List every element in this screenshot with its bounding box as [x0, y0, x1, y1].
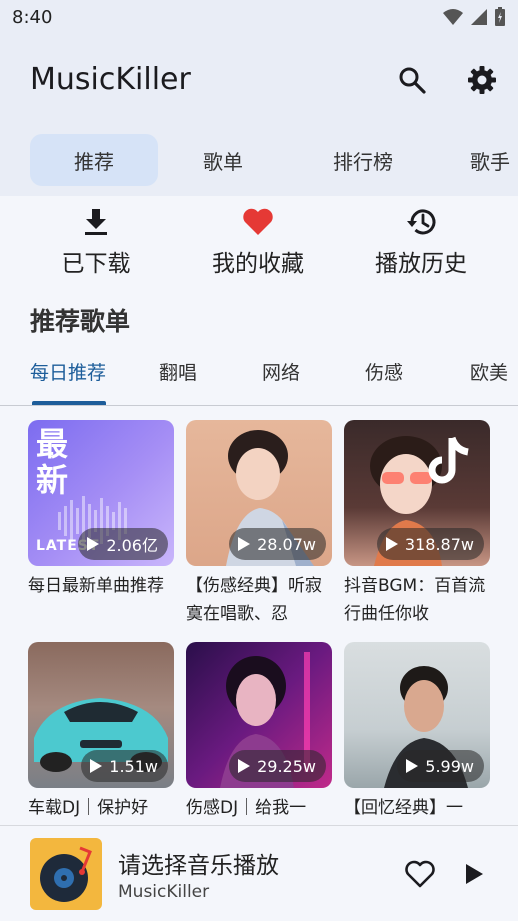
playlist-grid: 最新 LATEST 2.06亿 每日最新单曲推荐 28.07w 【伤感经典】听寂… — [0, 406, 518, 826]
category-daily[interactable]: 每日推荐 — [30, 358, 106, 385]
category-sad[interactable]: 伤感 — [365, 358, 403, 385]
playlist-title: 【回忆经典】一 — [344, 798, 463, 818]
search-icon — [399, 67, 426, 94]
play-icon — [466, 864, 483, 884]
playlist-title: 车载DJ｜保护好 — [28, 798, 149, 818]
player-title: 请选择音乐播放 — [118, 853, 279, 879]
play-icon — [406, 759, 419, 773]
play-icon — [87, 537, 100, 551]
play-count-badge: 318.87w — [376, 528, 484, 560]
player-subtitle: MusicKiller — [118, 882, 210, 902]
category-western[interactable]: 欧美 — [470, 358, 508, 385]
heart-icon — [243, 208, 273, 235]
favorites-button[interactable]: 我的收藏 — [183, 206, 333, 286]
downloaded-button[interactable]: 已下载 — [21, 206, 171, 286]
section-title: 推荐歌单 — [30, 307, 131, 336]
playlist-card[interactable]: 5.99w 【回忆经典】一 — [344, 642, 490, 826]
tab-playlists[interactable]: 歌单 — [160, 134, 286, 186]
play-icon — [90, 759, 103, 773]
play-count: 28.07w — [257, 534, 316, 554]
heart-outline-icon — [405, 860, 435, 888]
quick-actions: 已下载 我的收藏 播放历史 — [0, 196, 518, 286]
favorites-label: 我的收藏 — [212, 251, 304, 277]
playlist-title: 【伤感经典】听寂寞在唱歌、忍 — [186, 576, 322, 624]
play-count-badge: 29.25w — [229, 750, 326, 782]
play-count: 2.06亿 — [106, 536, 158, 555]
like-button[interactable] — [402, 856, 438, 892]
app-header: MusicKiller 推荐 歌单 排行榜 歌手 — [0, 36, 518, 196]
status-bar: 8:40 — [0, 0, 518, 36]
play-count: 1.51w — [109, 756, 158, 776]
playlist-title: 伤感DJ｜给我一 — [186, 798, 307, 818]
history-icon — [407, 209, 436, 235]
history-button[interactable]: 播放历史 — [346, 206, 496, 286]
settings-button[interactable] — [464, 62, 500, 98]
category-internet[interactable]: 网络 — [262, 358, 300, 385]
status-icons — [442, 7, 506, 27]
vinyl-icon — [40, 846, 92, 902]
category-cover[interactable]: 翻唱 — [159, 358, 197, 385]
cover-text: 最新 — [36, 425, 69, 499]
play-icon — [238, 759, 251, 773]
play-count-badge: 28.07w — [229, 528, 326, 560]
wifi-icon — [443, 9, 463, 25]
category-tabs: 每日推荐 翻唱 网络 伤感 欧美 — [0, 348, 518, 406]
playlist-card[interactable]: 29.25w 伤感DJ｜给我一 — [186, 642, 332, 826]
category-indicator — [32, 401, 106, 405]
play-count: 5.99w — [425, 756, 474, 776]
playlist-cover: 28.07w — [186, 420, 332, 566]
playlist-cover: 1.51w — [28, 642, 174, 788]
playlist-card[interactable]: 1.51w 车载DJ｜保护好 — [28, 642, 174, 826]
search-button[interactable] — [394, 62, 430, 98]
playlist-title: 每日最新单曲推荐 — [28, 576, 164, 596]
playlist-cover: 318.87w — [344, 420, 490, 566]
status-time: 8:40 — [12, 7, 53, 28]
play-count-badge: 1.51w — [81, 750, 168, 782]
play-count-badge: 5.99w — [397, 750, 484, 782]
playlist-card[interactable]: 318.87w 抖音BGM：百首流行曲任你收 — [344, 420, 490, 628]
main-tabs: 推荐 歌单 排行榜 歌手 — [0, 134, 518, 188]
download-icon — [85, 209, 107, 235]
tab-recommend[interactable]: 推荐 — [30, 134, 158, 186]
history-label: 播放历史 — [375, 251, 467, 277]
play-icon — [385, 537, 398, 551]
play-button[interactable] — [456, 856, 492, 892]
mini-player[interactable]: 请选择音乐播放 MusicKiller — [0, 825, 518, 921]
playlist-cover: 最新 LATEST 2.06亿 — [28, 420, 174, 566]
tab-charts[interactable]: 排行榜 — [298, 134, 428, 186]
downloaded-label: 已下载 — [61, 251, 131, 277]
signal-icon — [471, 9, 487, 25]
playlist-cover: 5.99w — [344, 642, 490, 788]
player-artwork — [30, 838, 102, 910]
playlist-card[interactable]: 最新 LATEST 2.06亿 每日最新单曲推荐 — [28, 420, 174, 628]
playlist-card[interactable]: 28.07w 【伤感经典】听寂寞在唱歌、忍 — [186, 420, 332, 628]
battery-icon — [495, 7, 505, 26]
app-title: MusicKiller — [30, 62, 191, 97]
play-count-badge: 2.06亿 — [78, 528, 168, 560]
play-icon — [238, 537, 251, 551]
play-count: 29.25w — [257, 756, 316, 776]
playlist-title: 抖音BGM：百首流行曲任你收 — [344, 576, 486, 624]
play-count: 318.87w — [404, 534, 474, 554]
playlist-cover: 29.25w — [186, 642, 332, 788]
tab-singers[interactable]: 歌手 — [470, 134, 518, 186]
gear-icon — [468, 66, 496, 94]
